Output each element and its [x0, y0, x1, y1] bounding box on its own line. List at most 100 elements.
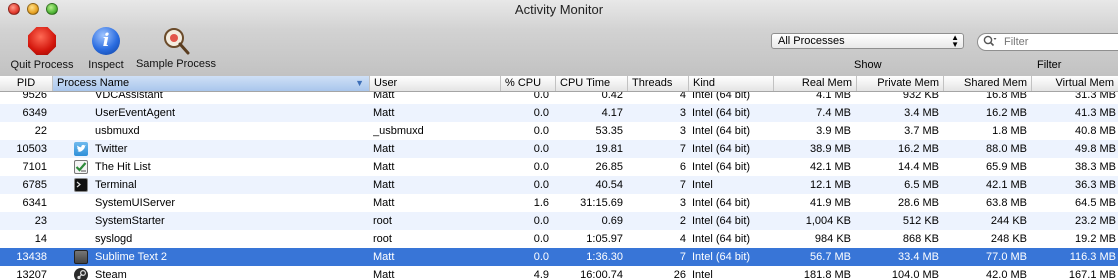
cell-pid: 6785 [22, 179, 47, 191]
table-row[interactable]: 6785 Terminal Matt 0.0 40.54 7 Intel 12.1 MB 6.5… [0, 176, 1118, 194]
cell-cpu-time: 40.54 [595, 179, 623, 191]
cell-threads: 7 [679, 179, 686, 191]
cell-user: Matt [373, 179, 395, 191]
cell-kind: Intel (64 bit) [692, 197, 751, 209]
cell-name: syslogd [95, 233, 133, 245]
cell-kind: Intel (64 bit) [692, 251, 751, 263]
cell-kind: Intel [692, 179, 713, 191]
updown-arrows-icon: ▲ ▼ [951, 33, 959, 49]
cell-real-mem: 41.9 MB [810, 197, 851, 209]
cell-pid: 7101 [22, 161, 47, 173]
cell-name: The Hit List [95, 161, 151, 173]
cell-cpu: 0.0 [533, 107, 549, 119]
column-real-mem[interactable]: Real Mem [774, 76, 857, 91]
cell-threads: 26 [673, 269, 686, 280]
cell-real-mem: 984 KB [814, 233, 851, 245]
cell-cpu-time: 19.81 [595, 143, 623, 155]
cell-virtual-mem: 49.8 MB [1075, 143, 1116, 155]
cell-cpu: 0.0 [533, 251, 549, 263]
column-threads[interactable]: Threads [628, 76, 689, 91]
cell-cpu: 1.6 [533, 197, 549, 209]
table-row[interactable]: 14 syslogd root 0.0 1:05.97 4 Intel (64 bit) 98… [0, 230, 1118, 248]
cell-shared-mem: 63.8 MB [986, 197, 1027, 209]
cell-shared-mem: 248 KB [990, 233, 1027, 245]
cell-kind: Intel (64 bit) [692, 107, 751, 119]
filter-label: Filter [1037, 59, 1062, 71]
column-process-name-label: Process Name [57, 77, 130, 89]
table-row[interactable]: 6349 UserEventAgent Matt 0.0 4.17 3 Intel (64 … [0, 104, 1118, 122]
cell-threads: 2 [679, 215, 686, 227]
table-row[interactable]: 6341 SystemUIServer Matt 1.6 31:15.69 3 Intel … [0, 194, 1118, 212]
cell-real-mem: 3.9 MB [816, 125, 851, 137]
cell-name: SystemStarter [95, 215, 165, 227]
cell-private-mem: 16.2 MB [898, 143, 939, 155]
cell-real-mem: 181.8 MB [803, 269, 851, 280]
table-row[interactable]: 9526 VDCAssistant Matt 0.0 0.42 4 Intel (64 bi… [0, 92, 1118, 104]
cell-pid: 6349 [22, 107, 47, 119]
cell-kind: Intel [692, 269, 713, 280]
cell-threads: 6 [679, 161, 686, 173]
cell-shared-mem: 65.9 MB [986, 161, 1027, 173]
column-shared-mem[interactable]: Shared Mem [944, 76, 1032, 91]
cell-user: Matt [373, 197, 395, 209]
column-cpu[interactable]: % CPU [501, 76, 556, 91]
cell-cpu-time: 26.85 [595, 161, 623, 173]
table-row[interactable]: 13207 Steam Matt 4.9 16:00.74 26 Intel 181.8 MB… [0, 266, 1118, 280]
process-filter-select[interactable]: All Processes ▲ ▼ [771, 33, 964, 49]
cell-cpu: 0.0 [533, 125, 549, 137]
cell-real-mem: 7.4 MB [816, 107, 851, 119]
column-virtual-mem[interactable]: Virtual Mem [1032, 76, 1118, 91]
window-title: Activity Monitor [514, 2, 604, 17]
search-field[interactable] [977, 33, 1118, 51]
cell-private-mem: 14.4 MB [898, 161, 939, 173]
process-filter-value: All Processes [778, 35, 845, 47]
cell-real-mem: 4.1 MB [816, 92, 851, 101]
cell-user: Matt [373, 143, 395, 155]
cell-private-mem: 28.6 MB [898, 197, 939, 209]
sublime-text-icon [74, 250, 88, 264]
column-user[interactable]: User [370, 76, 501, 91]
cell-cpu-time: 31:15.69 [580, 197, 623, 209]
cell-virtual-mem: 40.8 MB [1075, 125, 1116, 137]
toolbar: Activity Monitor Quit Process i Inspect … [0, 0, 1118, 77]
column-kind[interactable]: Kind [689, 76, 774, 91]
sample-process-label: Sample Process [135, 58, 217, 70]
cell-virtual-mem: 41.3 MB [1075, 107, 1116, 119]
sample-process-button[interactable]: Sample Process [134, 26, 218, 70]
cell-private-mem: 3.7 MB [904, 125, 939, 137]
column-pid[interactable]: PID [0, 76, 53, 91]
table-row[interactable]: 7101 The Hit List Matt 0.0 26.85 6 Intel (64 b… [0, 158, 1118, 176]
column-private-mem[interactable]: Private Mem [857, 76, 944, 91]
hit-list-icon [74, 160, 88, 174]
table-row[interactable]: 10503 Twitter Matt 0.0 19.81 7 Intel (64 bit) 3… [0, 140, 1118, 158]
table-row[interactable]: 13438 Sublime Text 2 Matt 0.0 1:36.30 7 Intel … [0, 248, 1118, 266]
cell-private-mem: 932 KB [902, 92, 939, 101]
column-process-name[interactable]: Process Name ▼ [53, 76, 370, 91]
twitter-icon [74, 142, 88, 156]
cell-pid: 9526 [22, 92, 47, 101]
quit-process-button[interactable]: Quit Process [7, 26, 77, 71]
cell-cpu-time: 53.35 [595, 125, 623, 137]
cell-shared-mem: 88.0 MB [986, 143, 1027, 155]
cell-virtual-mem: 36.3 MB [1075, 179, 1116, 191]
cell-name: Sublime Text 2 [95, 251, 167, 263]
cell-threads: 4 [679, 92, 686, 101]
cell-cpu-time: 4.17 [601, 107, 623, 119]
cell-cpu-time: 1:36.30 [586, 251, 623, 263]
cell-shared-mem: 1.8 MB [992, 125, 1027, 137]
table-row[interactable]: 23 SystemStarter root 0.0 0.69 2 Intel (64 bit… [0, 212, 1118, 230]
cell-real-mem: 12.1 MB [810, 179, 851, 191]
table-row[interactable]: 22 usbmuxd _usbmuxd 0.0 53.35 3 Intel (64 bit)… [0, 122, 1118, 140]
cell-virtual-mem: 23.2 MB [1075, 215, 1116, 227]
inspect-label: Inspect [88, 59, 124, 71]
quit-process-label: Quit Process [10, 59, 74, 71]
column-cpu-time[interactable]: CPU Time [556, 76, 628, 91]
cell-virtual-mem: 31.3 MB [1075, 92, 1116, 101]
process-rows: 9526 VDCAssistant Matt 0.0 0.42 4 Intel (64 bi… [0, 92, 1118, 280]
cell-shared-mem: 16.8 MB [986, 92, 1027, 101]
cell-user: root [373, 233, 392, 245]
inspect-button[interactable]: i Inspect [84, 26, 128, 71]
cell-user: Matt [373, 269, 395, 280]
search-input[interactable] [1002, 35, 1116, 49]
terminal-icon [74, 178, 88, 192]
